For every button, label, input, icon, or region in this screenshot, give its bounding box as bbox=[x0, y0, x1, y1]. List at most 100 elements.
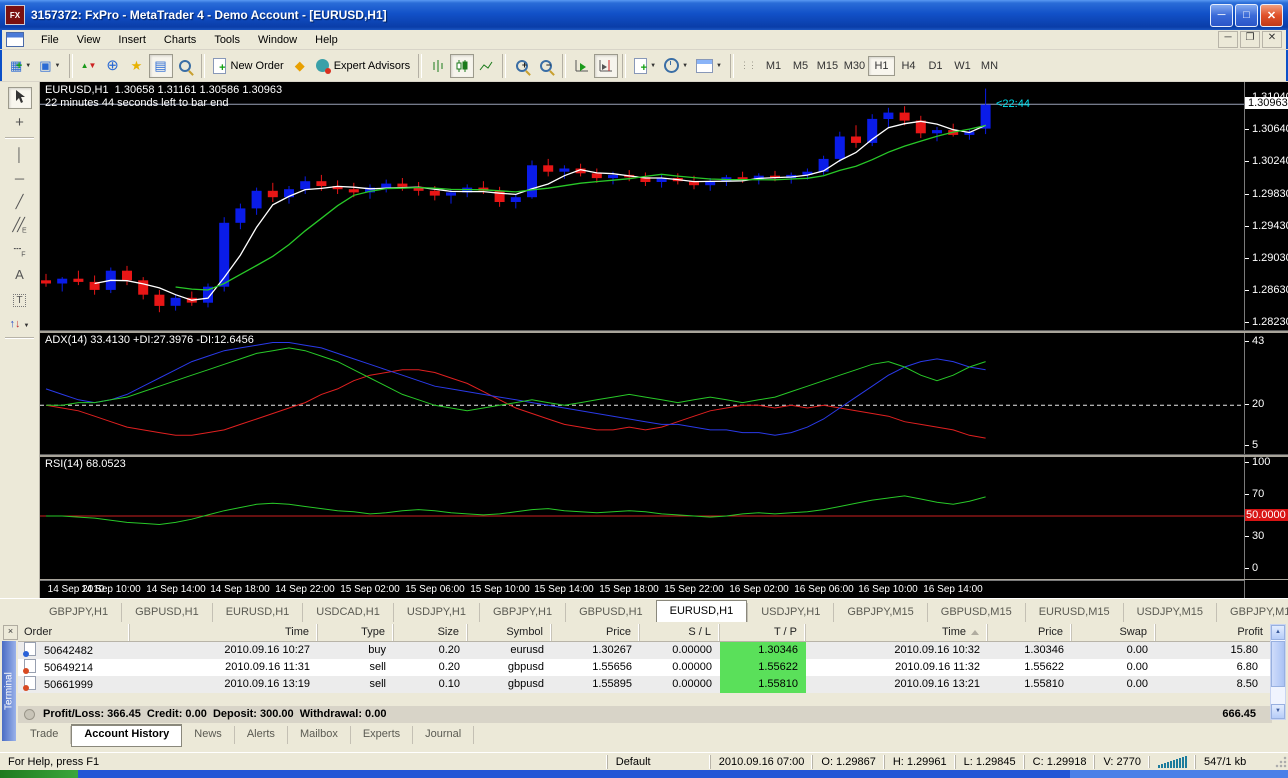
start-button-fragment[interactable] bbox=[0, 770, 78, 778]
chart-tab-USDJPY-H1[interactable]: USDJPY,H1 bbox=[747, 603, 833, 622]
chart-tab-GBPJPY-M15[interactable]: GBPJPY,M15 bbox=[833, 603, 926, 622]
timeframe-H1-button[interactable]: H1 bbox=[867, 55, 895, 76]
terminal-close-icon[interactable]: × bbox=[3, 625, 18, 640]
menu-file[interactable]: File bbox=[32, 32, 68, 48]
status-profile[interactable]: Default bbox=[606, 754, 710, 769]
menu-charts[interactable]: Charts bbox=[155, 32, 205, 48]
indicators-button[interactable]: + ▼ bbox=[630, 54, 660, 78]
close-button[interactable]: ✕ bbox=[1260, 3, 1283, 27]
terminal-tab-trade[interactable]: Trade bbox=[18, 726, 72, 744]
terminal-tab-journal[interactable]: Journal bbox=[413, 726, 475, 744]
taskbar-item-fragment[interactable] bbox=[1070, 770, 1288, 778]
scroll-up-icon[interactable]: ▲ bbox=[1271, 625, 1285, 640]
maximize-button[interactable]: □ bbox=[1235, 3, 1258, 27]
main-chart-pane[interactable]: EURUSD,H1 1.30658 1.31161 1.30586 1.3096… bbox=[40, 82, 1244, 330]
vertical-line-tool[interactable]: │ bbox=[8, 143, 32, 165]
child-minimize-button[interactable]: ─ bbox=[1218, 31, 1238, 48]
menu-tools[interactable]: Tools bbox=[205, 32, 249, 48]
timeframe-W1-button[interactable]: W1 bbox=[949, 56, 976, 76]
menu-insert[interactable]: Insert bbox=[109, 32, 155, 48]
chart-tab-EURUSD-H1[interactable]: EURUSD,H1 bbox=[211, 603, 303, 622]
chart-tab-GBPJPY-M15[interactable]: GBPJPY,M15 bbox=[1216, 603, 1288, 622]
chart-tab-USDCAD-H1[interactable]: USDCAD,H1 bbox=[302, 603, 393, 622]
navigator-button[interactable]: ★ bbox=[125, 54, 149, 78]
bar-chart-button[interactable] bbox=[426, 54, 450, 78]
chart-tab-EURUSD-H1[interactable]: EURUSD,H1 bbox=[655, 600, 748, 622]
chart-tab-GBPUSD-M15[interactable]: GBPUSD,M15 bbox=[926, 603, 1025, 622]
expert-advisors-button[interactable]: Expert Advisors bbox=[312, 54, 414, 78]
table-row[interactable]: 50642482 2010.09.16 10:27 buy 0.20 eurusd 1.3… bbox=[18, 642, 1272, 659]
line-chart-button[interactable] bbox=[474, 54, 498, 78]
column-header-type[interactable]: Type bbox=[318, 624, 394, 641]
periods-button[interactable]: ▼ bbox=[660, 54, 692, 78]
auto-scroll-button[interactable] bbox=[570, 54, 594, 78]
column-header-profit-2[interactable]: Profit bbox=[1156, 624, 1272, 641]
scrollbar-thumb[interactable] bbox=[1271, 641, 1285, 687]
timeframe-D1-button[interactable]: D1 bbox=[922, 56, 949, 76]
fibonacci-tool[interactable]: ┄F bbox=[8, 239, 32, 261]
equidistant-channel-tool[interactable]: ╱╱E bbox=[8, 215, 32, 237]
trendline-tool[interactable]: ╱ bbox=[8, 191, 32, 213]
column-header-size[interactable]: Size bbox=[394, 624, 468, 641]
column-header-tp[interactable]: T / P bbox=[720, 624, 806, 641]
zoom-out-button[interactable]: − bbox=[534, 54, 558, 78]
column-header-time[interactable]: Time bbox=[130, 624, 318, 641]
column-header-sl[interactable]: S / L bbox=[640, 624, 720, 641]
crosshair-tool[interactable]: + bbox=[8, 111, 32, 133]
data-window-button[interactable]: ⊕ bbox=[101, 54, 125, 78]
timeframe-M5-button[interactable]: M5 bbox=[787, 56, 814, 76]
terminal-tab-alerts[interactable]: Alerts bbox=[235, 726, 288, 744]
timeframe-H4-button[interactable]: H4 bbox=[895, 56, 922, 76]
zoom-in-button[interactable]: + bbox=[510, 54, 534, 78]
metaeditor-button[interactable]: ◆ bbox=[288, 54, 312, 78]
menu-help[interactable]: Help bbox=[306, 32, 347, 48]
new-order-button[interactable]: + New Order bbox=[209, 54, 288, 78]
column-header-swap-2[interactable]: Swap bbox=[1072, 624, 1156, 641]
table-row[interactable]: 50661999 2010.09.16 13:19 sell 0.10 gbpusd 1.… bbox=[18, 676, 1272, 693]
terminal-tab-experts[interactable]: Experts bbox=[351, 726, 414, 744]
table-scrollbar[interactable]: ▲ ▼ bbox=[1270, 624, 1286, 720]
chart-tab-USDJPY-H1[interactable]: USDJPY,H1 bbox=[392, 603, 479, 622]
text-label-tool[interactable]: T bbox=[8, 287, 32, 309]
child-close-button[interactable]: ✕ bbox=[1262, 31, 1282, 48]
terminal-button[interactable]: ▤ bbox=[148, 53, 173, 78]
column-header-time-2[interactable]: Time bbox=[806, 624, 988, 641]
resize-grip-icon[interactable] bbox=[1274, 754, 1288, 769]
chart-tab-GBPJPY-H1[interactable]: GBPJPY,H1 bbox=[36, 603, 121, 622]
cursor-tool[interactable] bbox=[7, 87, 32, 109]
horizontal-line-tool[interactable]: ─ bbox=[8, 167, 32, 189]
chart-shift-button[interactable] bbox=[594, 53, 619, 78]
candlestick-chart-button[interactable] bbox=[450, 53, 475, 78]
strategy-tester-button[interactable] bbox=[173, 54, 197, 78]
column-header-symbol[interactable]: Symbol bbox=[468, 624, 552, 641]
scroll-down-icon[interactable]: ▼ bbox=[1271, 704, 1285, 719]
profiles-button[interactable]: ▣ ▼ bbox=[35, 54, 64, 78]
menu-view[interactable]: View bbox=[68, 32, 110, 48]
terminal-tab-mailbox[interactable]: Mailbox bbox=[288, 726, 351, 744]
chart-tab-GBPUSD-H1[interactable]: GBPUSD,H1 bbox=[121, 603, 212, 622]
timeframe-MN-button[interactable]: MN bbox=[976, 56, 1003, 76]
market-watch-button[interactable]: ▲▼ bbox=[77, 54, 101, 78]
column-header-price-2[interactable]: Price bbox=[988, 624, 1072, 641]
pane-splitter[interactable] bbox=[40, 454, 1288, 457]
terminal-tab-account-history[interactable]: Account History bbox=[71, 724, 183, 747]
adx-indicator-pane[interactable]: ADX(14) 33.4130 +DI:27.3976 -DI:12.6456 bbox=[40, 332, 1244, 454]
rsi-indicator-pane[interactable]: RSI(14) 68.0523 bbox=[40, 456, 1244, 580]
timeframe-M1-button[interactable]: M1 bbox=[760, 56, 787, 76]
child-restore-button[interactable]: ❐ bbox=[1240, 31, 1260, 48]
chart-window[interactable]: EURUSD,H1 1.30658 1.31161 1.30586 1.3096… bbox=[40, 82, 1244, 599]
menu-window[interactable]: Window bbox=[249, 32, 306, 48]
chart-tab-USDJPY-M15[interactable]: USDJPY,M15 bbox=[1122, 603, 1216, 622]
table-row[interactable]: 50649214 2010.09.16 11:31 sell 0.20 gbpusd 1.… bbox=[18, 659, 1272, 676]
text-tool[interactable]: A bbox=[8, 263, 32, 285]
column-header-price[interactable]: Price bbox=[552, 624, 640, 641]
timeframe-M15-button[interactable]: M15 bbox=[814, 56, 841, 76]
arrows-tool[interactable]: ↑↓ ▼ bbox=[8, 311, 32, 333]
templates-button[interactable]: ▼ bbox=[692, 54, 726, 78]
chart-tab-GBPJPY-H1[interactable]: GBPJPY,H1 bbox=[478, 603, 565, 622]
pane-splitter[interactable] bbox=[40, 330, 1288, 333]
chart-tab-EURUSD-M15[interactable]: EURUSD,M15 bbox=[1024, 603, 1123, 622]
timeframe-M30-button[interactable]: M30 bbox=[841, 56, 868, 76]
terminal-tab-news[interactable]: News bbox=[182, 726, 235, 744]
chart-tab-GBPUSD-H1[interactable]: GBPUSD,H1 bbox=[565, 603, 656, 622]
